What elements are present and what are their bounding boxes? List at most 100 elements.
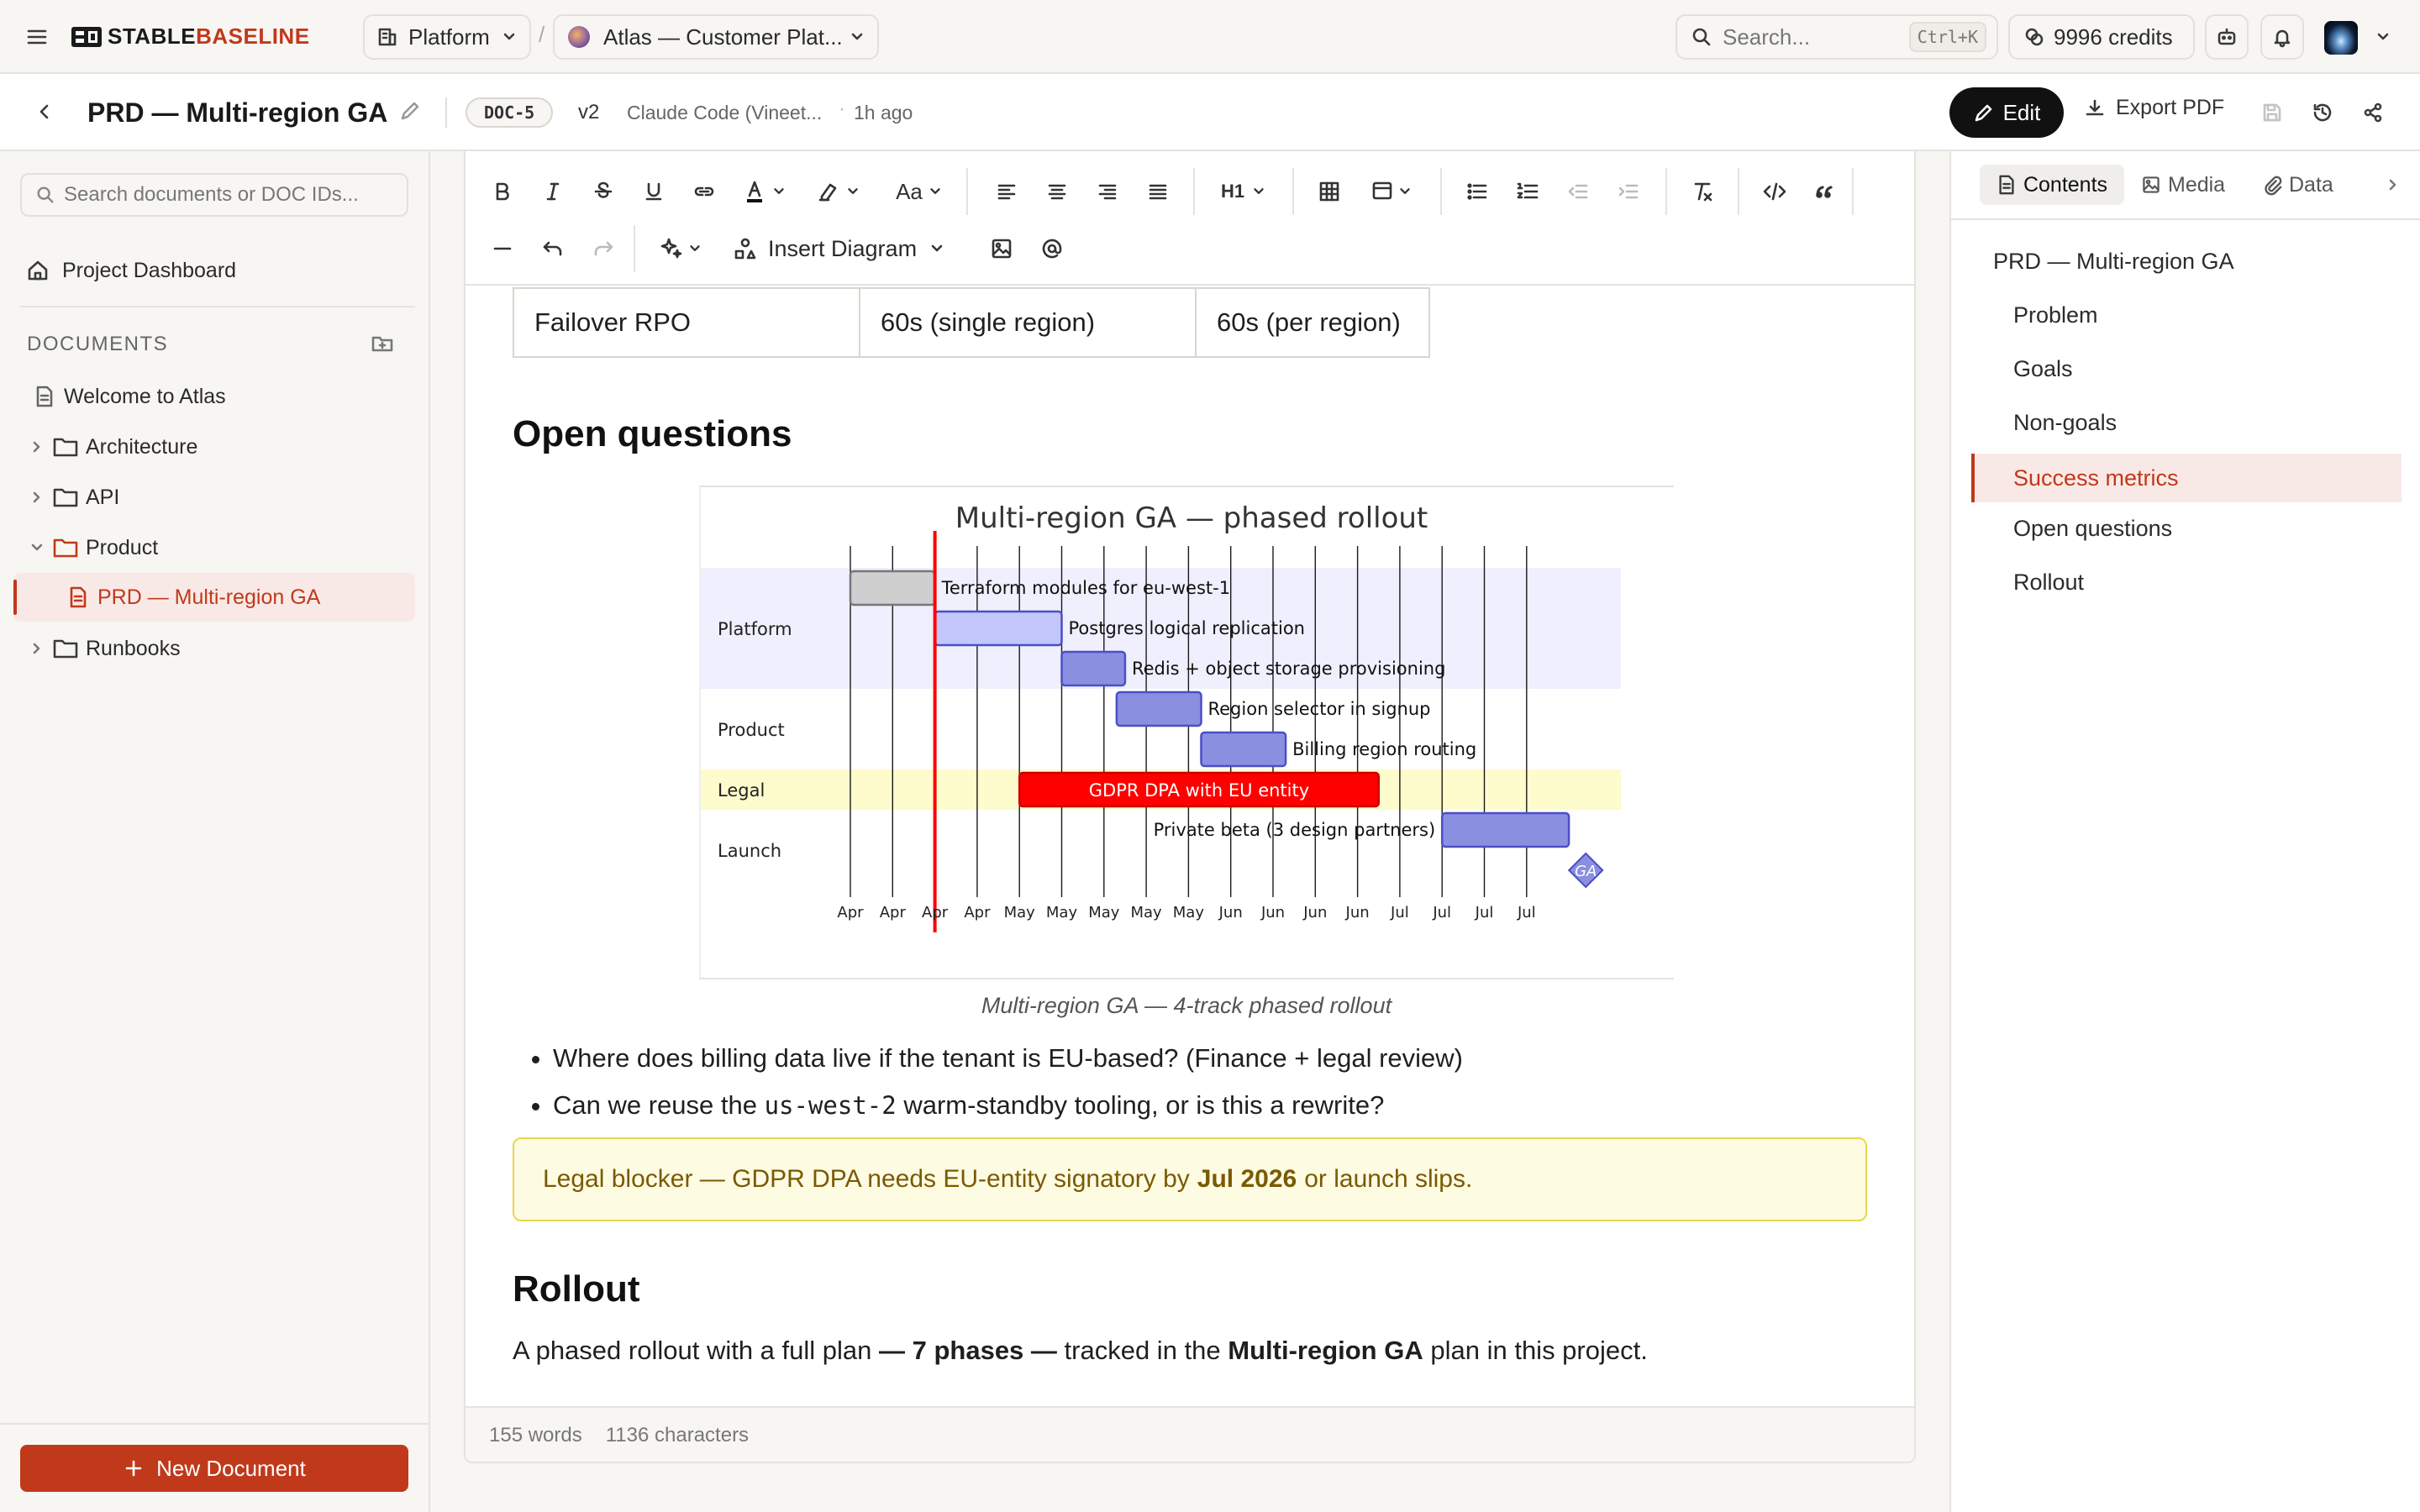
heading-button[interactable]: H1 [1210,165,1277,218]
sidebar-item-prd-multi-region-ga[interactable]: PRD — Multi-region GA [13,573,415,622]
insert-table-button[interactable] [1309,165,1349,218]
document-search[interactable]: Search documents or DOC IDs... [20,173,408,217]
export-label: Export PDF [2116,96,2225,119]
home-icon [25,258,50,283]
gantt-figure[interactable]: Multi-region GA — phased rollout Platfor… [699,486,1674,979]
sidebar-bottom-divider [0,1423,429,1425]
toc-item-non-goals[interactable]: Non-goals [2013,410,2117,436]
document-title[interactable]: PRD — Multi-region GA [87,97,387,129]
notifications-button[interactable] [2260,14,2304,60]
outdent-button[interactable] [1558,165,1598,218]
toolbar-divider [1292,168,1294,215]
undo-button[interactable] [533,222,573,276]
toc-item-success-metrics-active[interactable]: Success metrics [1971,454,2402,502]
table-row: Failover RPO 60s (single region) 60s (pe… [513,287,1430,358]
code-button[interactable] [1754,165,1795,218]
numbered-list-button[interactable] [1507,165,1548,218]
toc-item-open-questions[interactable]: Open questions [2013,516,2172,542]
brand-logo[interactable]: STABLEBASELINE [71,24,310,50]
sidebar-item-architecture[interactable]: Architecture [29,423,197,470]
layout-button[interactable] [1360,165,1423,218]
align-center-button[interactable] [1037,165,1077,218]
callout-text: or launch slips. [1304,1165,1473,1193]
x-tick-label: Jun [1218,904,1243,921]
italic-button[interactable] [533,165,573,218]
sidebar-item-welcome[interactable]: Welcome to Atlas [34,373,226,420]
new-document-button[interactable]: New Document [20,1445,408,1492]
toc-item-problem[interactable]: Problem [2013,302,2098,328]
align-left-button[interactable] [986,165,1027,218]
toc-item-title[interactable]: PRD — Multi-region GA [1993,249,2234,275]
sidebar-item-runbooks[interactable]: Runbooks [29,625,181,672]
tab-contents[interactable]: Contents [1980,165,2124,205]
bullet-list-button[interactable] [1457,165,1497,218]
mention-button[interactable] [1032,222,1072,276]
user-avatar[interactable] [2324,21,2358,55]
font-size-button[interactable]: Aa [886,165,953,218]
insert-diagram-button[interactable]: Insert Diagram [724,222,963,276]
divider [445,97,447,128]
sidebar-item-label: Runbooks [86,636,181,660]
workspace-selector[interactable]: Platform [363,14,531,60]
gantt-bar [934,610,1063,647]
credits-badge[interactable]: 9996 credits [2008,14,2195,60]
document-icon [1996,174,2017,196]
toc-item-goals[interactable]: Goals [2013,356,2073,382]
align-right-button[interactable] [1087,165,1128,218]
heading-open-questions: Open questions [513,413,792,454]
edit-button[interactable]: Edit [1949,87,2064,138]
project-selector[interactable]: Atlas — Customer Plat... [553,14,879,60]
table-cell[interactable]: 60s (single region) [859,287,1197,358]
strikethrough-button[interactable] [583,165,623,218]
tab-label: Contents [2023,172,2108,197]
history-icon[interactable] [2311,101,2334,124]
table-cell[interactable]: 60s (per region) [1195,287,1430,358]
inline-code: us-west-2 [764,1091,897,1120]
bold-button[interactable] [482,165,523,218]
list-item[interactable]: Where does billing data live if the tena… [553,1035,1864,1082]
table-cell[interactable]: Failover RPO [513,287,860,358]
link-button[interactable] [684,165,724,218]
toc-item-rollout[interactable]: Rollout [2013,570,2084,596]
clear-format-button[interactable] [1682,165,1723,218]
text-color-button[interactable] [734,165,795,218]
legal-callout[interactable]: Legal blocker — GDPR DPA needs EU-entity… [513,1137,1867,1221]
word-count: 155 words [489,1424,582,1446]
back-arrow-icon[interactable] [34,101,55,123]
toolbar-divider [1852,168,1854,215]
export-pdf-button[interactable]: Export PDF [2084,96,2224,120]
underline-button[interactable] [634,165,674,218]
ai-assist-button[interactable] [650,222,711,276]
align-justify-button[interactable] [1138,165,1178,218]
hamburger-menu-icon[interactable] [24,24,50,50]
paperclip-icon [2262,174,2282,196]
bullet-text: Where does billing data live if the tena… [553,1043,1463,1073]
formatting-toolbar: Aa H1 Insert Diagram [466,151,1914,286]
chevron-down-icon[interactable] [2375,29,2391,45]
sidebar-item-api[interactable]: API [29,474,119,521]
chevron-right-icon[interactable] [2385,176,2402,193]
insert-image-button[interactable] [981,222,1022,276]
tab-media[interactable]: Media [2141,165,2225,205]
x-tick-label: May [1004,904,1036,921]
sidebar-item-product[interactable]: Product [29,524,158,571]
list-item[interactable]: Can we reuse the us-west-2 warm-standby … [553,1082,1864,1129]
new-folder-icon[interactable] [370,331,395,356]
share-icon[interactable] [2361,101,2385,124]
global-search[interactable]: Search... Ctrl+K [1676,14,1998,60]
highlight-button[interactable] [808,165,869,218]
char-count: 1136 characters [605,1424,750,1446]
callout-text: Legal blocker — GDPR DPA needs EU-entity… [543,1165,1190,1193]
redo-button[interactable] [583,222,623,276]
save-icon[interactable] [2260,101,2284,124]
project-dashboard-link[interactable]: Project Dashboard [25,247,236,294]
assistant-button[interactable] [2205,14,2249,60]
folder-icon [52,486,79,509]
gantt-task-label: GA [1575,863,1597,880]
quote-button[interactable] [1805,165,1845,218]
horizontal-rule-button[interactable] [482,222,523,276]
search-shortcut: Ctrl+K [1908,22,1986,52]
pencil-icon[interactable] [398,99,422,123]
indent-button[interactable] [1608,165,1649,218]
tab-data[interactable]: Data [2262,165,2333,205]
